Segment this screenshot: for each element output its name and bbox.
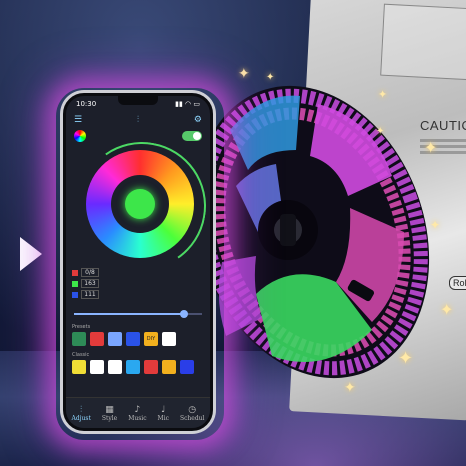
grid-icon: ▦ <box>105 404 114 415</box>
tab-label: Mic <box>157 414 169 422</box>
green-value-field[interactable]: 163 <box>81 279 99 288</box>
smartphone: 10:30 ▮▮ ◠ ▭ ☰ ⫶ ⚙ 0/8 163 111 Presets D… <box>60 90 216 434</box>
tab-label: Schedul <box>179 414 205 422</box>
classic-section: Classic <box>66 349 210 377</box>
music-note-icon: ♪ <box>134 404 141 415</box>
tab-adjust[interactable]: ⫶ Adjust <box>71 405 90 422</box>
tab-mic[interactable]: ♩ Mic <box>158 405 169 422</box>
play-button[interactable] <box>0 212 50 296</box>
color-swatch[interactable] <box>108 332 122 346</box>
presets-swatches: DIY <box>72 332 204 346</box>
color-swatch[interactable] <box>90 332 104 346</box>
color-swatch[interactable] <box>162 360 176 374</box>
slider-fill <box>74 313 185 315</box>
sparkle-icon: ✦ <box>424 138 438 157</box>
color-swatch[interactable] <box>108 360 122 374</box>
color-swatch[interactable] <box>72 360 86 374</box>
tab-style[interactable]: ▦ Style <box>102 405 117 422</box>
color-swatch[interactable] <box>72 332 86 346</box>
selected-color-preview <box>125 189 155 219</box>
color-mode-icon[interactable] <box>74 130 86 142</box>
red-value-field[interactable]: 0/8 <box>81 268 99 277</box>
menu-icon[interactable]: ☰ <box>74 115 82 125</box>
color-wheel-picker[interactable] <box>67 131 210 281</box>
sparkle-icon: ✦ <box>378 88 388 101</box>
sparkle-icon: ✦ <box>376 126 385 137</box>
blue-channel-icon <box>72 291 78 298</box>
color-swatch[interactable] <box>162 332 176 346</box>
microphone-icon: ♩ <box>161 404 166 415</box>
play-icon <box>20 237 42 271</box>
sparkle-icon: ✦ <box>398 348 414 369</box>
classic-swatches <box>72 360 204 374</box>
tab-bar: ⫶ Adjust ▦ Style ♪ Music ♩ Mic ◷ Schedul <box>66 397 210 428</box>
power-toggle[interactable] <box>182 131 202 141</box>
clock-icon: ◷ <box>188 404 197 415</box>
classic-label: Classic <box>72 352 90 358</box>
phone-notch <box>118 96 158 105</box>
app-bar: ☰ ⫶ ⚙ <box>66 112 210 128</box>
tab-label: Style <box>101 414 118 422</box>
sparkle-icon: ✦ <box>238 66 250 82</box>
color-swatch[interactable] <box>90 360 104 374</box>
tab-music[interactable]: ♪ Music <box>128 405 146 422</box>
gear-icon[interactable]: ⚙ <box>194 115 202 125</box>
presets-label: Presets <box>72 324 91 330</box>
sparkle-icon: ✦ <box>440 300 454 319</box>
status-indicators: ▮▮ ◠ ▭ <box>175 100 200 108</box>
color-swatch[interactable] <box>126 332 140 346</box>
phone-screen: 10:30 ▮▮ ◠ ▭ ☰ ⫶ ⚙ 0/8 163 111 Presets D… <box>63 93 213 431</box>
presets-section: Presets DIY <box>66 321 210 349</box>
sparkle-icon: ✦ <box>430 218 441 232</box>
status-time: 10:30 <box>76 100 97 108</box>
color-swatch[interactable] <box>126 360 140 374</box>
slider-knob[interactable] <box>180 310 189 318</box>
blue-value-field[interactable]: 111 <box>81 290 99 299</box>
brightness-slider[interactable] <box>74 309 202 319</box>
color-swatch[interactable] <box>144 360 158 374</box>
diy-swatch[interactable]: DIY <box>144 332 158 346</box>
sparkle-icon: ✦ <box>344 380 356 396</box>
color-swatch[interactable] <box>180 360 194 374</box>
tab-label: Adjust <box>71 414 91 422</box>
sliders-icon[interactable]: ⫶ <box>137 115 139 125</box>
green-channel-icon <box>72 280 78 287</box>
sparkle-icon: ✦ <box>266 72 275 83</box>
red-channel-icon <box>72 269 78 276</box>
tab-schedule[interactable]: ◷ Schedul <box>180 405 205 422</box>
tab-label: Music <box>128 414 147 422</box>
sliders-icon: ⫶ <box>80 404 83 415</box>
